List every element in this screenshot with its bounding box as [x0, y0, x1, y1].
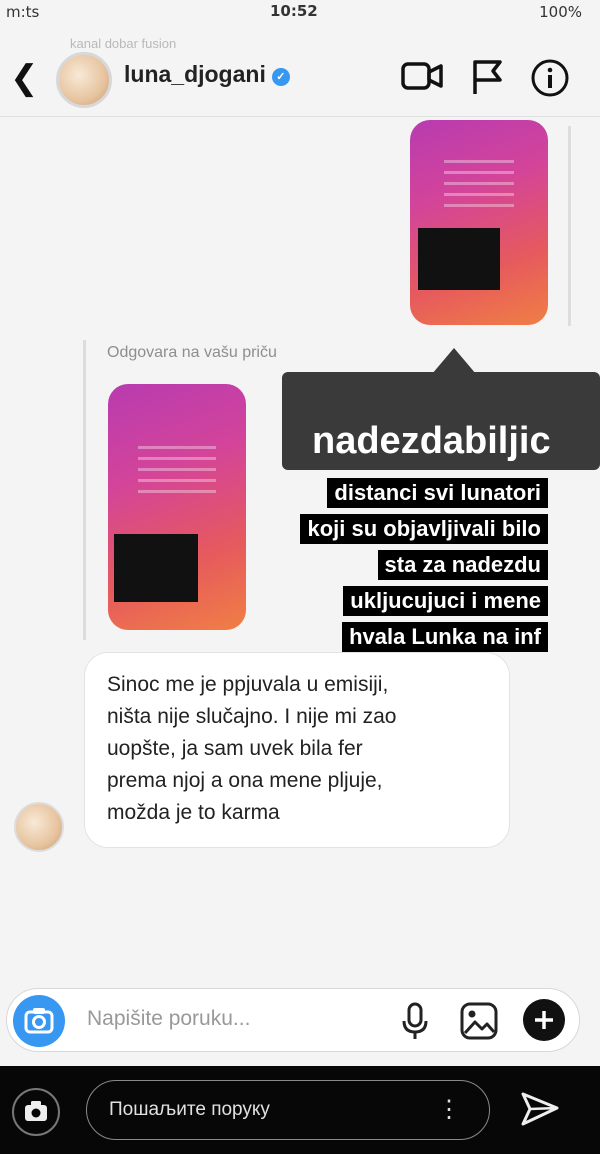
story-text-overlay — [114, 534, 198, 602]
caption-line: hvala Lunka na inf — [342, 622, 548, 652]
divider — [568, 126, 571, 326]
message-line: prema njoj a ona mene pljuje, — [107, 769, 383, 792]
username-text: luna_djogani — [124, 61, 266, 87]
carrier: m:ts — [6, 3, 40, 21]
clock: 10:52 — [270, 2, 318, 20]
status-bar: m:ts 10:52 100% — [0, 0, 600, 26]
battery-level: 100% — [539, 3, 582, 21]
message-line: možda je to karma — [107, 801, 280, 824]
back-arrow-icon[interactable]: ❮ — [10, 58, 39, 98]
chat-header: ❮ luna_djogani ✓ — [0, 44, 600, 117]
caption-line: sta za nadezdu — [377, 550, 548, 580]
flag-icon[interactable] — [470, 58, 504, 96]
message-input[interactable]: Napišite poruku... — [87, 1007, 250, 1031]
caption-line: ukljucujuci i mene — [343, 586, 548, 616]
replied-story-thumbnail[interactable] — [108, 384, 246, 630]
story-text-overlay — [418, 228, 500, 290]
message-line: ništa nije slučajno. I nije mi zao — [107, 705, 397, 728]
caption-line: distanci svi lunatori — [327, 478, 548, 508]
story-reply-placeholder: Пошаљите поруку — [109, 1099, 270, 1120]
story-caption-lines: distanci svi lunatori koji su objavljiva… — [228, 478, 548, 658]
message-bubble[interactable]: Sinoc me je ppjuvala u emisiji, ništa ni… — [84, 652, 510, 848]
reply-label: Odgovara na vašu priču — [107, 344, 277, 361]
verified-badge-icon: ✓ — [271, 68, 290, 86]
mention-text: nadezdabiljic — [312, 420, 551, 462]
story-reply-input[interactable]: Пошаљите поруку ⋮ — [86, 1080, 490, 1140]
sender-avatar[interactable] — [14, 802, 64, 852]
story-camera-button[interactable] — [12, 1088, 60, 1136]
camera-icon — [25, 1101, 47, 1121]
info-icon[interactable] — [530, 58, 570, 98]
more-icon[interactable]: ⋮ — [437, 1095, 461, 1124]
send-icon[interactable] — [518, 1088, 562, 1132]
message-line: uopšte, ja sam uvek bila fer — [107, 737, 363, 760]
story-reply-bar: Пошаљите поруку ⋮ — [0, 1066, 600, 1154]
avatar[interactable] — [56, 52, 112, 108]
microphone-icon[interactable] — [401, 1001, 429, 1041]
camera-button[interactable] — [13, 995, 65, 1047]
sent-story-thumbnail[interactable] — [410, 120, 548, 325]
tag-pointer — [432, 348, 476, 374]
plus-icon — [535, 1011, 553, 1029]
reply-indicator-bar — [83, 340, 86, 640]
gallery-icon[interactable] — [459, 1001, 499, 1041]
plus-button[interactable] — [523, 999, 565, 1041]
video-call-icon[interactable] — [400, 58, 444, 94]
camera-icon — [24, 1008, 54, 1034]
chat-username[interactable]: luna_djogani ✓ — [124, 61, 290, 88]
message-composer: Napišite poruku... — [6, 988, 580, 1052]
caption-line: koji su objavljivali bilo — [300, 514, 548, 544]
message-line: Sinoc me je ppjuvala u emisiji, — [107, 673, 389, 696]
